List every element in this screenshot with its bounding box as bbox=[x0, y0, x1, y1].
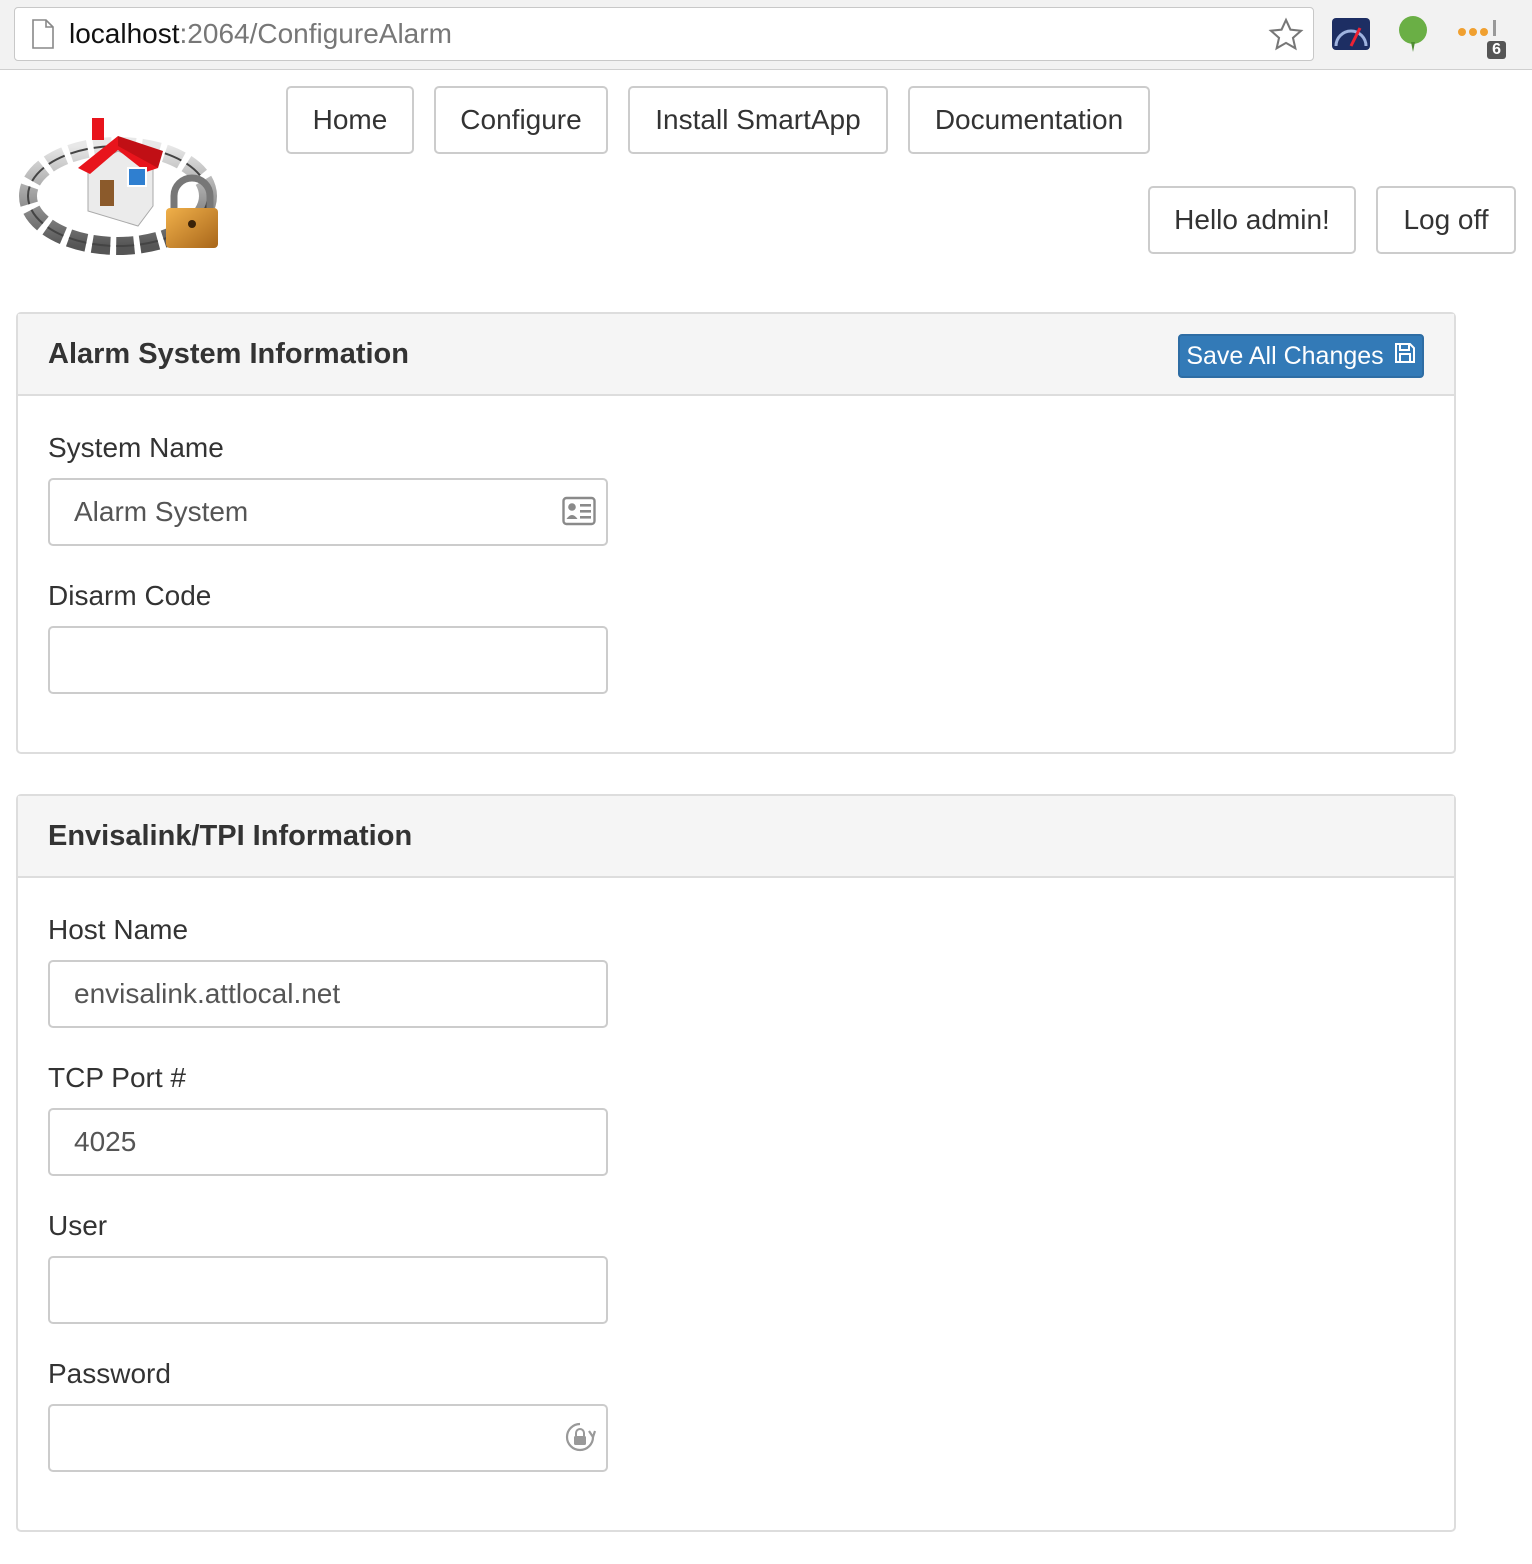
tcp-port-label: TCP Port # bbox=[48, 1062, 186, 1093]
tpi-panel-heading: Envisalink/TPI Information bbox=[18, 796, 1454, 878]
system-name-value: Alarm System bbox=[74, 496, 249, 527]
host-name-input[interactable]: envisalink.attlocal.net bbox=[48, 960, 608, 1028]
tcp-port-input[interactable]: 4025 bbox=[48, 1108, 608, 1176]
tpi-panel-title: Envisalink/TPI Information bbox=[48, 820, 413, 852]
user-input[interactable] bbox=[48, 1256, 608, 1324]
url-text[interactable]: localhost:2064/ConfigureAlarm bbox=[69, 18, 452, 50]
browser-toolbar: localhost:2064/ConfigureAlarm 6 bbox=[0, 0, 1532, 70]
save-button-label: Save All Changes bbox=[1186, 341, 1384, 370]
address-bar[interactable]: localhost:2064/ConfigureAlarm bbox=[14, 7, 1314, 61]
leaf-extension-icon[interactable] bbox=[1396, 14, 1430, 59]
extension-badge: 6 bbox=[1487, 41, 1506, 59]
alarm-panel-heading: Alarm System Information Save All Change… bbox=[18, 314, 1454, 396]
alarm-system-panel: Alarm System Information Save All Change… bbox=[16, 312, 1456, 754]
save-all-changes-button[interactable]: Save All Changes bbox=[1178, 334, 1424, 378]
alarm-logo[interactable] bbox=[18, 96, 236, 266]
nav-home-button[interactable]: Home bbox=[286, 86, 414, 154]
system-name-input[interactable]: Alarm System bbox=[48, 478, 608, 546]
url-path: :2064/ConfigureAlarm bbox=[179, 18, 452, 49]
password-input[interactable] bbox=[48, 1404, 608, 1472]
nav-install-smartapp-button[interactable]: Install SmartApp bbox=[628, 86, 888, 154]
tcp-port-value: 4025 bbox=[74, 1126, 137, 1157]
floppy-disk-icon bbox=[1394, 342, 1416, 371]
password-label: Password bbox=[48, 1358, 171, 1389]
url-host: localhost bbox=[69, 18, 180, 49]
host-name-label: Host Name bbox=[48, 914, 189, 945]
log-off-button[interactable]: Log off bbox=[1376, 186, 1516, 254]
hello-user-button[interactable]: Hello admin! bbox=[1148, 186, 1356, 254]
bookmark-star-icon[interactable] bbox=[1267, 16, 1305, 59]
speedometer-extension-icon[interactable] bbox=[1330, 14, 1372, 59]
disarm-code-label: Disarm Code bbox=[48, 580, 212, 611]
nav-configure-button[interactable]: Configure bbox=[434, 86, 608, 154]
user-label: User bbox=[48, 1210, 108, 1241]
envisalink-tpi-panel: Envisalink/TPI Information Host Name env… bbox=[16, 794, 1456, 1532]
page-icon bbox=[31, 19, 55, 54]
alarm-panel-title: Alarm System Information bbox=[48, 338, 409, 370]
password-manager-icon[interactable] bbox=[564, 1421, 597, 1462]
contact-card-icon bbox=[562, 496, 596, 533]
host-name-value: envisalink.attlocal.net bbox=[74, 978, 341, 1009]
system-name-label: System Name bbox=[48, 432, 224, 463]
signal-extension-icon[interactable]: 6 bbox=[1456, 14, 1506, 59]
nav-documentation-button[interactable]: Documentation bbox=[908, 86, 1150, 154]
disarm-code-input[interactable] bbox=[48, 626, 608, 694]
